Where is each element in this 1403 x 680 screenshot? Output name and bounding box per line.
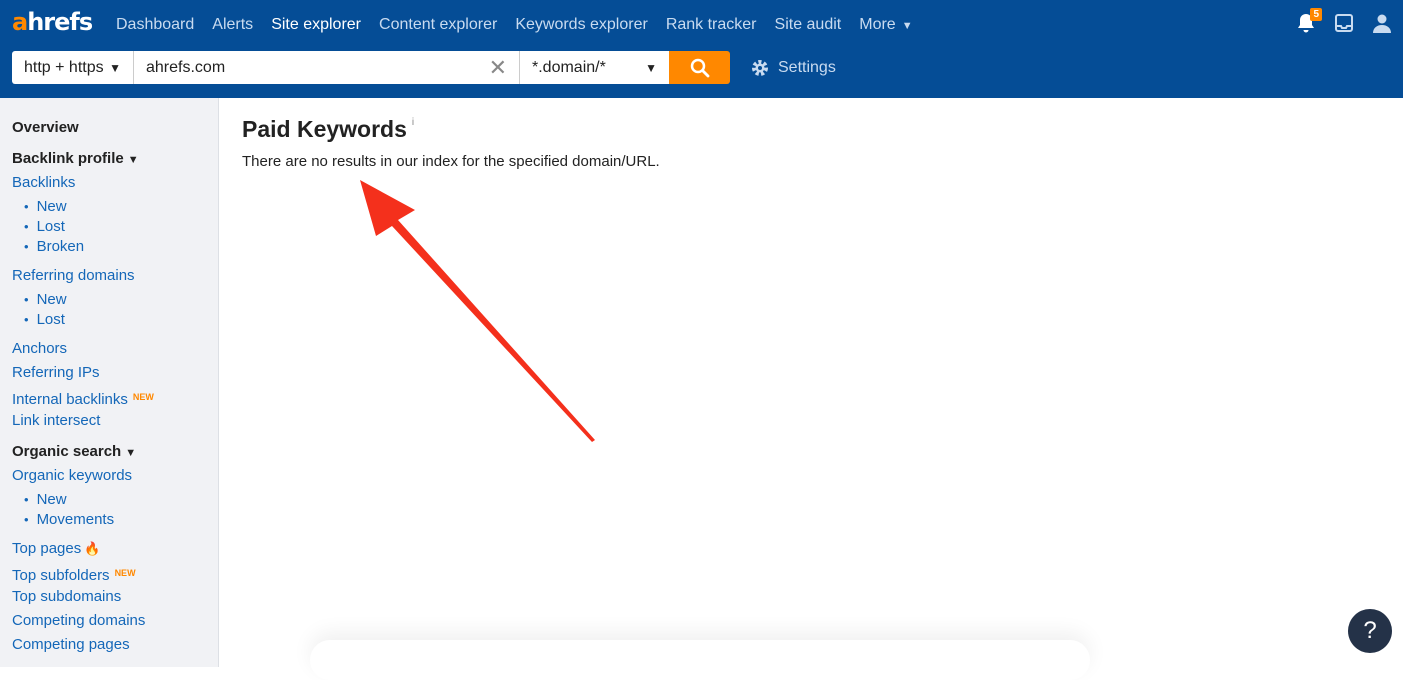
top-navigation-bar: ahrefs Dashboard Alerts Site explorer Co… [0, 0, 1403, 98]
protocol-value: http + https [24, 58, 104, 76]
user-icon[interactable] [1371, 12, 1393, 34]
empty-state-message: There are no results in our index for th… [242, 153, 660, 170]
chevron-down-icon: ▼ [645, 60, 657, 75]
new-badge: NEW [114, 568, 136, 578]
sidebar-item-top-subdomains[interactable]: Top subdomains [0, 587, 218, 607]
main-content: Paid Keywords i There are no results in o… [242, 116, 660, 170]
settings-button[interactable]: Settings [750, 58, 836, 78]
bottom-shadow [310, 640, 1090, 680]
page-title-text: Paid Keywords [242, 116, 407, 142]
sidebar-item-ok-movements[interactable]: Movements [0, 510, 218, 530]
nav-content-explorer[interactable]: Content explorer [379, 15, 497, 36]
mode-value: *.domain/* [532, 58, 606, 76]
fire-icon: 🔥 [84, 541, 101, 556]
gear-icon [752, 60, 768, 76]
sidebar: Overview Backlink profile▼ Backlinks New… [0, 98, 219, 667]
mode-select[interactable]: *.domain/* ▼ [519, 51, 669, 84]
chevron-down-icon: ▼ [127, 154, 139, 166]
new-badge: NEW [132, 392, 154, 402]
chevron-down-icon: ▼ [125, 447, 137, 459]
nav-site-audit[interactable]: Site audit [775, 15, 842, 36]
info-icon[interactable]: i [412, 117, 414, 128]
sidebar-item-backlinks-lost[interactable]: Lost [0, 217, 218, 237]
sidebar-item-referring-domains[interactable]: Referring domains [0, 266, 218, 286]
search-icon [690, 58, 709, 77]
sidebar-section-organic-search[interactable]: Organic search ▼ [0, 442, 218, 462]
sidebar-item-anchors[interactable]: Anchors [0, 339, 218, 359]
chevron-down-icon: ▼ [901, 20, 913, 32]
sidebar-item-overview[interactable]: Overview [0, 118, 218, 138]
section-label: Backlink profile [12, 150, 124, 167]
page-title: Paid Keywords i [242, 116, 660, 143]
search-bar: http + https ▼ ✕ *.domain/* ▼ [12, 51, 730, 84]
top-subfolders-label: Top subfolders [12, 567, 110, 584]
top-right-icons: 5 [1295, 8, 1393, 34]
sidebar-item-internal-backlinks[interactable]: Internal backlinks NEW [0, 387, 218, 408]
sidebar-item-rd-new[interactable]: New [0, 290, 218, 310]
nav-more-label: More [859, 16, 896, 33]
sidebar-item-rd-lost[interactable]: Lost [0, 310, 218, 330]
nav-keywords-explorer[interactable]: Keywords explorer [515, 15, 648, 36]
nav-more[interactable]: More ▼ [859, 15, 912, 36]
sidebar-item-competing-pages[interactable]: Competing pages [0, 635, 218, 655]
url-input[interactable] [146, 58, 466, 77]
sidebar-item-backlinks-broken[interactable]: Broken [0, 237, 218, 257]
sidebar-item-organic-keywords[interactable]: Organic keywords [0, 466, 218, 486]
chevron-down-icon: ▼ [109, 60, 121, 75]
nav-site-explorer[interactable]: Site explorer [271, 15, 361, 36]
nav-alerts[interactable]: Alerts [212, 15, 253, 36]
search-button[interactable] [669, 51, 730, 84]
sidebar-item-referring-ips[interactable]: Referring IPs [0, 363, 218, 383]
internal-backlinks-label: Internal backlinks [12, 391, 128, 408]
sidebar-item-top-subfolders[interactable]: Top subfolders NEW [0, 563, 218, 584]
notification-badge: 5 [1310, 8, 1322, 21]
main-nav: Dashboard Alerts Site explorer Content e… [116, 15, 931, 36]
sidebar-item-backlinks[interactable]: Backlinks [0, 173, 218, 193]
sidebar-item-backlinks-new[interactable]: New [0, 197, 218, 217]
section-label: Organic search [12, 443, 122, 460]
clear-icon[interactable]: ✕ [489, 56, 507, 78]
bell-icon[interactable]: 5 [1295, 8, 1322, 34]
sidebar-section-backlink-profile[interactable]: Backlink profile ▼ [0, 149, 218, 169]
sidebar-item-link-intersect[interactable]: Link intersect [0, 411, 218, 431]
nav-rank-tracker[interactable]: Rank tracker [666, 15, 757, 36]
ahrefs-logo[interactable]: ahrefs [12, 8, 93, 36]
top-pages-label: Top pages [12, 540, 82, 557]
sidebar-item-ok-new[interactable]: New [0, 490, 218, 510]
help-button[interactable]: ? [1348, 609, 1392, 653]
sidebar-item-competing-domains[interactable]: Competing domains [0, 611, 218, 631]
sidebar-item-top-pages[interactable]: Top pages 🔥 [0, 539, 218, 559]
red-arrow-annotation [360, 180, 595, 442]
settings-label: Settings [778, 59, 836, 76]
inbox-icon[interactable] [1333, 12, 1355, 34]
url-field: ✕ [134, 51, 519, 84]
nav-dashboard[interactable]: Dashboard [116, 15, 194, 36]
protocol-select[interactable]: http + https ▼ [12, 51, 134, 84]
